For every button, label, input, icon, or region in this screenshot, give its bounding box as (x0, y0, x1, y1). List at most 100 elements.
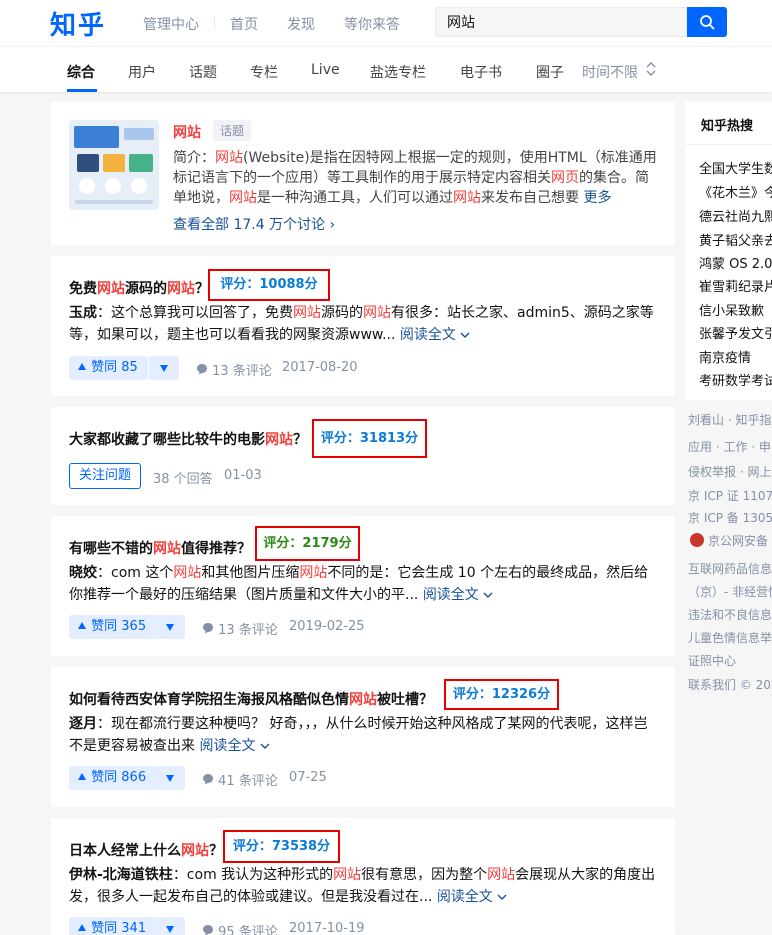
updown-icon[interactable] (646, 61, 656, 77)
footer-link-label: 京公网安备 (708, 534, 769, 548)
hot-search-item[interactable]: 南京疫情 (699, 347, 751, 366)
tab-columns[interactable]: 专栏 (250, 62, 278, 82)
upvote-button[interactable]: 赞同 341 (69, 917, 157, 935)
downvote-button[interactable] (155, 615, 185, 639)
answer-author[interactable]: 逐月 (69, 716, 97, 732)
footer-link[interactable]: 联系我们 © 202 (688, 676, 772, 693)
answer-excerpt[interactable]: 伊林-北海道铁柱：com 我认为这种形式的网站很有意思，因为整个网站会展现从大家… (69, 864, 661, 908)
nav-waiting-answers[interactable]: 等你来答 (344, 14, 400, 34)
answer-author[interactable]: 晓姣 (69, 565, 97, 581)
footer-link[interactable]: 互联网药品信息 (688, 560, 772, 577)
hot-search-item[interactable]: 德云社尚九熙 (699, 206, 772, 225)
read-more-link[interactable]: 阅读全文 (199, 738, 270, 754)
tab-topics[interactable]: 话题 (189, 62, 217, 82)
more-link[interactable]: 更多 (583, 190, 611, 206)
read-more-link[interactable]: 阅读全文 (400, 327, 470, 343)
time-filter-select[interactable]: 时间不限 (582, 62, 638, 82)
read-more-label: 阅读全文 (436, 889, 493, 905)
excerpt-text: 源码的 (321, 305, 363, 321)
answer-excerpt[interactable]: 逐月：现在都流行要这种梗吗？ 好奇，，，从什么时候开始这种风格成了某网的代表呢，… (69, 713, 661, 757)
answer-author[interactable]: 伊林-北海道铁柱 (69, 867, 173, 883)
question-title[interactable]: 大家都收藏了哪些比较牛的电影网站？ (69, 429, 307, 449)
tab-users[interactable]: 用户 (128, 62, 156, 82)
excerpt-highlight: 网站 (299, 565, 328, 581)
read-more-link[interactable]: 阅读全文 (423, 587, 493, 603)
comment-button[interactable]: 95 条评论 (202, 921, 278, 935)
footer-link[interactable]: 证照中心 (688, 652, 736, 669)
excerpt-text: ：com 这个 (97, 565, 174, 581)
search-button[interactable] (687, 7, 727, 37)
upvote-button[interactable]: 赞同 365 (69, 615, 157, 639)
comment-button[interactable]: 41 条评论 (202, 770, 278, 789)
zhihu-logo[interactable]: 知乎 (50, 5, 106, 42)
hot-search-item[interactable]: 黄子韬父亲去 (699, 230, 772, 249)
hot-search-item[interactable]: 考研数学考试 (699, 370, 772, 389)
answer-author[interactable]: 玉成 (69, 305, 97, 321)
question-title[interactable]: 有哪些不错的网站值得推荐？ (69, 538, 251, 558)
search-input[interactable] (436, 8, 686, 36)
hot-search-item[interactable]: 信小呆致歉 (699, 300, 764, 319)
read-more-link[interactable]: 阅读全文 (437, 889, 507, 905)
upvote-label: 赞同 85 (91, 360, 138, 375)
desc-highlight: 网站 (229, 190, 257, 206)
hot-search-item[interactable]: 《花木兰》今 (699, 182, 772, 201)
question-title[interactable]: 免费网站源码的网站？ (69, 278, 209, 298)
answer-date: 2017-08-20 (282, 360, 358, 375)
tab-circles[interactable]: 圈子 (536, 62, 564, 82)
tab-live[interactable]: Live (311, 62, 340, 78)
hot-search-item[interactable]: 张馨予发文引 (699, 323, 772, 342)
triangle-down-icon (166, 775, 174, 782)
question-title[interactable]: 如何看待西安体育学院招生海报风格酷似色情网站被吐槽？ (69, 689, 433, 709)
topic-thumbnail[interactable] (69, 120, 159, 210)
title-text: 有哪些不错的 (69, 541, 153, 557)
excerpt-highlight: 网站 (487, 867, 516, 883)
hot-search-title: 知乎热搜 (701, 119, 754, 134)
follow-question-button[interactable]: 关注问题 (69, 463, 142, 489)
chevron-down-icon (260, 743, 270, 749)
search-icon (700, 15, 715, 30)
triangle-down-icon (166, 624, 174, 631)
upvote-button[interactable]: 赞同 866 (69, 766, 157, 790)
answer-excerpt[interactable]: 玉成：这个总算我可以回答了，免费网站源码的网站有很多：站长之家、admin5、源… (69, 302, 661, 346)
view-all-discussions-link[interactable]: 查看全部 17.4 万个讨论 › (173, 214, 335, 234)
footer-link[interactable]: 儿童色情信息举 (688, 629, 772, 646)
downvote-button[interactable] (155, 917, 185, 935)
hot-search-item[interactable]: 全国大学生数 (699, 158, 772, 177)
question-title[interactable]: 日本人经常上什么网站？ (69, 840, 223, 860)
triangle-down-icon (160, 365, 168, 372)
footer-link[interactable]: 侵权举报 · 网上 (688, 463, 771, 480)
footer-link[interactable]: 应用 · 工作 · 申 (688, 438, 771, 455)
footer-link[interactable]: 京 ICP 证 11074 (688, 487, 772, 504)
comment-button[interactable]: 13 条评论 (202, 619, 278, 638)
footer-link[interactable]: （京）- 非经营性 (688, 583, 772, 600)
footer-link[interactable]: 违法和不良信息 (688, 606, 772, 623)
score-badge: 评分：31813分 (312, 419, 427, 458)
excerpt-text: 和其他图片压缩 (201, 565, 300, 581)
comment-icon (203, 623, 213, 634)
hot-search-item[interactable]: 崔雪莉纪录片 (699, 276, 772, 295)
answer-excerpt[interactable]: 晓姣：com 这个网站和其他图片压缩网站不同的是：它会生成 10 个左右的最终成… (69, 562, 661, 606)
upvote-label: 赞同 365 (91, 619, 147, 634)
result-card: 免费网站源码的网站？ 评分：10088分 玉成：这个总算我可以回答了，免费网站源… (51, 256, 675, 396)
comment-count: 41 条评论 (218, 774, 278, 789)
answer-count[interactable]: 38 个回答 (153, 468, 213, 487)
downvote-button[interactable] (149, 356, 179, 380)
triangle-up-icon (78, 363, 86, 370)
tab-salt-columns[interactable]: 盐选专栏 (370, 62, 426, 82)
footer-police-link[interactable]: 京公网安备 (690, 532, 768, 549)
nav-manage-center[interactable]: 管理中心 (143, 14, 199, 34)
comment-button[interactable]: 13 条评论 (196, 360, 272, 379)
tab-all[interactable]: 综合 (67, 62, 95, 82)
hot-search-item[interactable]: 鸿蒙 OS 2.0 上 (699, 253, 772, 272)
topic-card: 网站 话题 简介：网站(Website)是指在因特网上根据一定的规则，使用HTM… (51, 102, 675, 245)
topic-title[interactable]: 网站 (173, 122, 201, 142)
upvote-button[interactable]: 赞同 85 (69, 356, 148, 380)
upvote-label: 赞同 341 (91, 921, 147, 935)
nav-home[interactable]: 首页 (230, 14, 258, 34)
footer-link[interactable]: 刘看山 · 知乎指 (688, 411, 771, 428)
downvote-button[interactable] (155, 766, 185, 790)
tab-ebooks[interactable]: 电子书 (460, 62, 502, 82)
title-text: 值得推荐？ (181, 541, 251, 557)
nav-discover[interactable]: 发现 (287, 14, 315, 34)
footer-link[interactable]: 京 ICP 备 13052 (688, 509, 772, 526)
